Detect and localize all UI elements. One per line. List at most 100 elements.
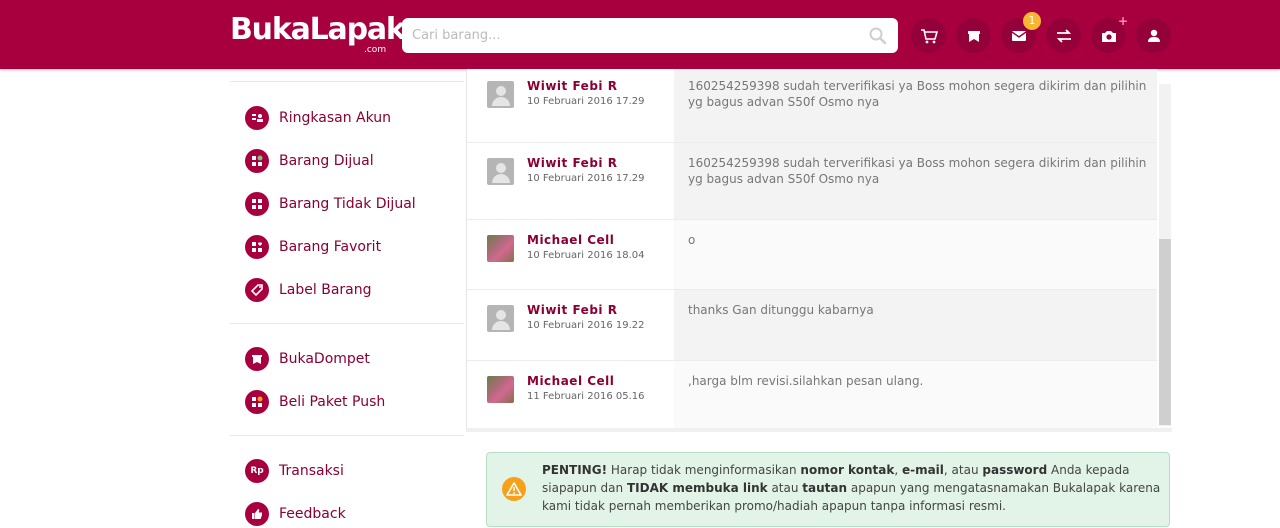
alert-text: atau xyxy=(767,481,803,495)
scrollbar-thumb[interactable] xyxy=(1159,239,1171,425)
products-sold-icon xyxy=(245,149,269,173)
sidebar-item-label: Barang Favorit xyxy=(279,239,382,255)
wallet-icon xyxy=(967,30,980,42)
alert-strong: tautan xyxy=(802,481,848,495)
message-text: ,harga blm revisi.silahkan pesan ulang. xyxy=(688,374,924,388)
sidebar-item-ringkasan-akun[interactable]: Ringkasan Akun xyxy=(245,104,391,132)
divider xyxy=(230,323,464,324)
wallet-button[interactable] xyxy=(956,18,991,53)
message-item: Wiwit Febi R 10 Februari 2016 17.29 1602… xyxy=(467,143,1157,220)
avatar[interactable] xyxy=(487,235,514,262)
message-body: o xyxy=(674,220,1157,289)
sender-name[interactable]: Michael Cell xyxy=(527,374,614,388)
sidebar-item-beli-paket-push[interactable]: Beli Paket Push xyxy=(245,388,385,416)
sidebar-item-label: Transaksi xyxy=(279,463,344,479)
message-date: 10 Februari 2016 17.29 xyxy=(527,173,645,184)
message-meta: Wiwit Febi R 10 Februari 2016 17.29 xyxy=(467,143,674,219)
favorite-products-icon xyxy=(245,235,269,259)
message-text: o xyxy=(688,233,696,247)
search-bar xyxy=(402,18,898,53)
message-item: Wiwit Febi R 10 Februari 2016 17.29 1602… xyxy=(467,69,1157,143)
logo-suffix: .com xyxy=(364,45,387,55)
sidebar-item-label: Beli Paket Push xyxy=(279,394,386,410)
swap-arrows-icon xyxy=(1056,28,1071,43)
sidebar-item-label: Label Barang xyxy=(279,282,372,298)
push-package-icon xyxy=(245,390,269,414)
message-body: thanks Gan ditunggu kabarnya xyxy=(674,290,1157,360)
message-text: 160254259398 sudah terverifikasi ya Boss… xyxy=(688,79,1147,109)
sidebar-item-label-barang[interactable]: Label Barang xyxy=(245,276,372,304)
message-body: ,harga blm revisi.silahkan pesan ulang. xyxy=(674,361,1157,430)
avatar[interactable] xyxy=(487,158,514,185)
message-list: Wiwit Febi R 10 Februari 2016 17.29 1602… xyxy=(467,69,1157,431)
avatar[interactable] xyxy=(487,81,514,108)
notification-badge: 1 xyxy=(1023,12,1041,30)
message-meta: Wiwit Febi R 10 Februari 2016 19.22 xyxy=(467,290,674,360)
alert-strong: password xyxy=(982,463,1048,477)
bukalapak-logo[interactable]: BukaLapak xyxy=(230,12,406,47)
transactions-button[interactable] xyxy=(1046,18,1081,53)
warning-text: PENTING! Harap tidak menginformasikan no… xyxy=(542,461,1164,515)
divider xyxy=(230,435,464,436)
divider xyxy=(466,428,1172,432)
message-text: 160254259398 sudah terverifikasi ya Boss… xyxy=(688,156,1147,186)
rp-icon: Rp xyxy=(245,459,269,483)
message-body: 160254259398 sudah terverifikasi ya Boss… xyxy=(674,143,1157,219)
top-header: BukaLapak .com 1 + xyxy=(0,0,1280,69)
message-date: 10 Februari 2016 17.29 xyxy=(527,96,645,107)
sidebar-item-label: BukaDompet xyxy=(279,351,370,367)
avatar[interactable] xyxy=(487,305,514,332)
message-date: 10 Februari 2016 19.22 xyxy=(527,320,645,331)
message-date: 11 Februari 2016 05.16 xyxy=(527,391,645,402)
cart-button[interactable] xyxy=(911,18,946,53)
alert-text: , atau xyxy=(943,463,983,477)
warning-icon xyxy=(502,477,526,501)
scrollbar-track[interactable] xyxy=(1159,84,1171,426)
camera-icon xyxy=(1101,30,1116,42)
sidebar-item-feedback[interactable]: Feedback xyxy=(245,500,346,528)
products-unsold-icon xyxy=(245,192,269,216)
sidebar-item-barang-tidak-dijual[interactable]: Barang Tidak Dijual xyxy=(245,190,416,218)
sender-name[interactable]: Wiwit Febi R xyxy=(527,79,617,93)
sidebar-item-label: Barang Dijual xyxy=(279,153,374,169)
message-item: Michael Cell 10 Februari 2016 18.04 o xyxy=(467,220,1157,290)
message-text: thanks Gan ditunggu kabarnya xyxy=(688,303,874,317)
envelope-icon xyxy=(1011,30,1026,41)
alert-strong: PENTING! xyxy=(542,463,608,477)
message-item: Michael Cell 11 Februari 2016 05.16 ,har… xyxy=(467,361,1157,431)
alert-strong: nomor kontak xyxy=(800,463,895,477)
cart-icon xyxy=(920,28,938,43)
plus-icon: + xyxy=(1118,14,1129,28)
user-menu-button[interactable] xyxy=(1136,18,1171,53)
message-item: Wiwit Febi R 10 Februari 2016 19.22 than… xyxy=(467,290,1157,361)
alert-strong: TIDAK membuka link xyxy=(626,481,768,495)
wallet-icon xyxy=(245,347,269,371)
account-sidebar: Ringkasan Akun Barang Dijual Barang Tida… xyxy=(230,69,466,528)
user-icon xyxy=(1147,29,1160,42)
sender-name[interactable]: Wiwit Febi R xyxy=(527,156,617,170)
avatar[interactable] xyxy=(487,376,514,403)
sidebar-item-bukadompet[interactable]: BukaDompet xyxy=(245,345,370,373)
alert-text: , xyxy=(894,463,902,477)
sidebar-item-transaksi[interactable]: Rp Transaksi xyxy=(245,457,344,485)
message-meta: Michael Cell 10 Februari 2016 18.04 xyxy=(467,220,674,289)
sidebar-item-barang-dijual[interactable]: Barang Dijual xyxy=(245,147,374,175)
divider xyxy=(230,81,464,82)
message-date: 10 Februari 2016 18.04 xyxy=(527,250,645,261)
thumbs-up-icon xyxy=(245,502,269,526)
sidebar-item-label: Ringkasan Akun xyxy=(279,110,392,126)
search-icon[interactable] xyxy=(868,26,888,46)
sidebar-item-barang-favorit[interactable]: Barang Favorit xyxy=(245,233,381,261)
message-meta: Michael Cell 11 Februari 2016 05.16 xyxy=(467,361,674,430)
sidebar-item-label: Barang Tidak Dijual xyxy=(279,196,416,212)
alert-strong: e-mail xyxy=(901,463,944,477)
sidebar-item-label: Feedback xyxy=(279,506,346,522)
sender-name[interactable]: Michael Cell xyxy=(527,233,614,247)
message-thread: Wiwit Febi R 10 Februari 2016 17.29 1602… xyxy=(466,69,1172,431)
alert-text: Harap tidak menginformasikan xyxy=(607,463,801,477)
message-body: 160254259398 sudah terverifikasi ya Boss… xyxy=(674,69,1157,142)
sender-name[interactable]: Wiwit Febi R xyxy=(527,303,617,317)
search-input[interactable] xyxy=(412,18,852,53)
security-warning: PENTING! Harap tidak menginformasikan no… xyxy=(486,452,1170,527)
message-meta: Wiwit Febi R 10 Februari 2016 17.29 xyxy=(467,69,674,142)
